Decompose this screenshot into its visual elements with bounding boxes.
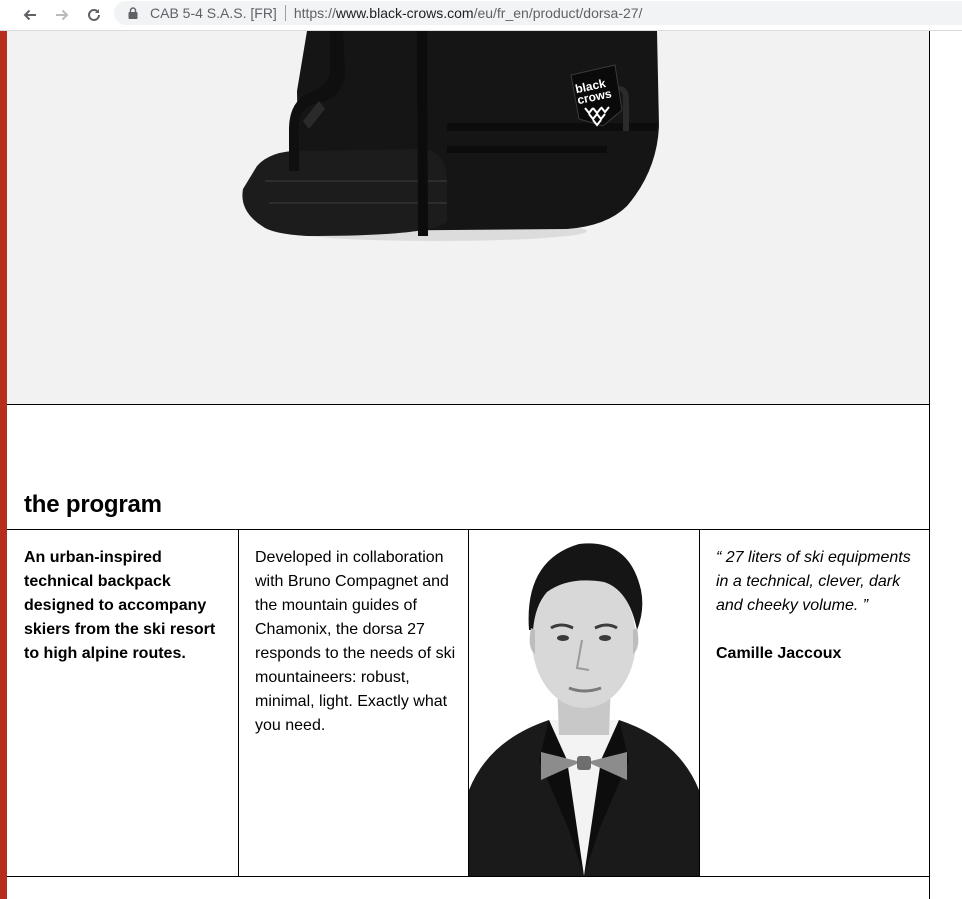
browser-toolbar: CAB 5-4 S.A.S. [FR] https://www.black-cr…: [0, 0, 962, 31]
forward-button[interactable]: [50, 3, 74, 27]
intro-text: An urban-inspired technical backpack des…: [24, 549, 216, 662]
back-arrow-icon: [23, 9, 36, 21]
quote-author: Camille Jaccoux: [716, 645, 842, 662]
grid-bottom-rule: [7, 876, 929, 877]
quote-text: “ 27 liters of ski equipments in a techn…: [716, 549, 911, 614]
back-button[interactable]: [18, 3, 42, 27]
reload-button[interactable]: [82, 3, 106, 27]
forward-arrow-icon: [56, 9, 69, 21]
url-path: /eu/fr_en/product/dorsa-27/: [473, 5, 643, 21]
column-divider: [699, 530, 700, 876]
right-gutter: [930, 31, 962, 899]
address-separator: [284, 5, 286, 21]
section-title: the program: [24, 491, 162, 518]
address-bar[interactable]: CAB 5-4 S.A.S. [FR] https://www.black-cr…: [114, 1, 962, 25]
product-page: black crows the program An urban-inspire…: [7, 31, 930, 899]
reload-icon: [88, 8, 100, 21]
backpack-image: black crows: [242, 31, 659, 241]
description-text: Developed in collaboration with Bruno Co…: [255, 549, 456, 734]
url-host: www.black-crows.com: [335, 5, 474, 21]
product-hero-image: black crows: [7, 31, 929, 405]
black-crows-logo: black crows: [570, 64, 623, 127]
site-identity: CAB 5-4 S.A.S. [FR]: [150, 5, 277, 21]
lock-icon: [128, 7, 138, 19]
accent-edge-bar: [0, 31, 7, 899]
column-divider: [238, 530, 239, 876]
url-scheme: https://: [293, 5, 336, 21]
portrait-photo: [469, 530, 699, 876]
